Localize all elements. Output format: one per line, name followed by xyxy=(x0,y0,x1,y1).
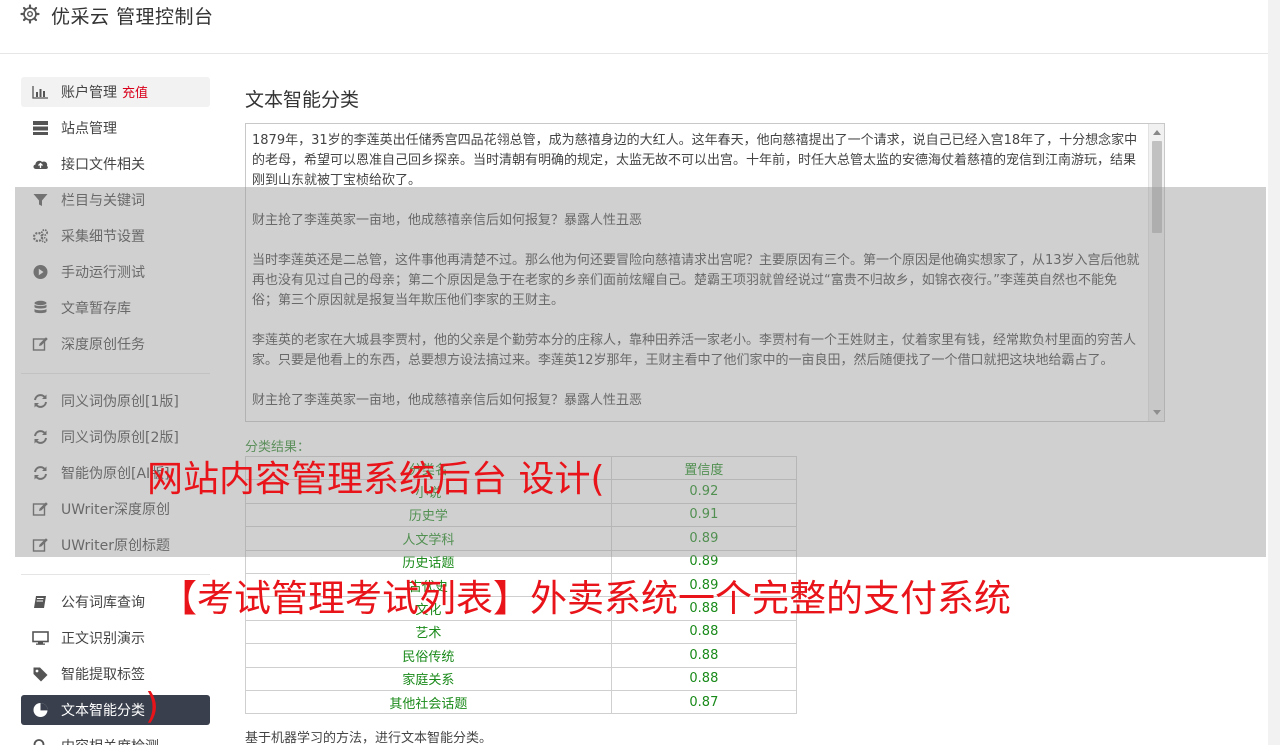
text-paragraph: 1879年，31岁的李莲英出任储秀宫四品花翎总管，成为慈禧身边的大红人。这年春天… xyxy=(252,133,1138,188)
text-paragraph: 财主抢了李莲英家一亩地，他成慈禧亲信后如何报复？暴露人性丑恶 xyxy=(252,393,643,408)
refresh-icon xyxy=(34,466,47,480)
confidence-cell: 0.87 xyxy=(610,689,798,715)
confidence-cell: 0.92 xyxy=(610,479,798,504)
sidebar-item-sites[interactable]: 站点管理 xyxy=(21,113,210,143)
sidebar-item-relevance[interactable]: 内容相关度检测 xyxy=(21,731,210,745)
sidebar-item-label: 同义词伪原创[2版] xyxy=(61,430,179,446)
table-row: 家庭关系 0.88 xyxy=(245,666,798,691)
category-cell: 其他社会话题 xyxy=(245,689,612,715)
sidebar-item-synonym-v2[interactable]: 同义词伪原创[2版] xyxy=(21,422,210,452)
sidebar-item-label: 正文识别演示 xyxy=(61,631,145,647)
cogs-icon xyxy=(32,229,48,244)
refresh-icon xyxy=(34,394,47,408)
book-icon xyxy=(34,596,46,608)
column-header: 置信度 xyxy=(610,455,798,481)
sidebar-item-synonym-v1[interactable]: 同义词伪原创[1版] xyxy=(21,386,210,416)
table-row: 人文学科 0.89 xyxy=(245,526,798,551)
scroll-down-arrow-icon[interactable] xyxy=(1153,410,1161,415)
sidebar-item-body-recognition[interactable]: 正文识别演示 xyxy=(21,623,210,653)
sidebar-item-label: 文章暂存库 xyxy=(61,301,131,317)
server-icon xyxy=(33,121,48,135)
sidebar-item-label: 站点管理 xyxy=(61,121,117,137)
sidebar-item-label: 公有词库查询 xyxy=(61,595,145,611)
monitor-icon xyxy=(32,631,49,645)
textarea-scrollbar[interactable] xyxy=(1148,124,1164,421)
sidebar-divider xyxy=(21,373,210,374)
sidebar-item-collect-settings[interactable]: 采集细节设置 xyxy=(21,221,210,251)
sidebar-item-text-classify[interactable]: 文本智能分类 xyxy=(21,695,210,725)
top-header: 优采云 管理控制台 xyxy=(0,0,1268,54)
page-title: 文本智能分类 xyxy=(245,89,360,111)
search-icon xyxy=(33,739,45,745)
scrollbar-thumb[interactable] xyxy=(1152,141,1162,233)
category-cell: 人文学科 xyxy=(245,526,612,551)
sidebar-item-label: UWriter深度原创 xyxy=(61,502,170,518)
confidence-cell: 0.88 xyxy=(610,666,798,691)
table-row: 历史学 0.91 xyxy=(245,502,798,528)
table-row: 其他社会话题 0.87 xyxy=(245,689,798,715)
overlay-caption-line2: 【考试管理考试列表】外卖系统一个完整的支付系统 xyxy=(160,577,1011,620)
sidebar-item-account[interactable]: 账户管理 充值 xyxy=(21,77,210,107)
refresh-icon xyxy=(34,430,47,444)
sidebar-item-label: UWriter原创标题 xyxy=(61,538,170,554)
table-row: 民俗传统 0.88 xyxy=(245,643,798,668)
edit-icon xyxy=(32,502,48,516)
sidebar-item-label: 文本智能分类 xyxy=(61,703,145,719)
sidebar-item-manual-run[interactable]: 手动运行测试 xyxy=(21,257,210,287)
gear-icon xyxy=(20,4,40,24)
sidebar-item-uwriter-title[interactable]: UWriter原创标题 xyxy=(21,530,210,560)
bar-chart-icon xyxy=(32,86,48,99)
text-input-area[interactable]: 1879年，31岁的李莲英出任储秀宫四品花翎总管，成为慈禧身边的大红人。这年春天… xyxy=(245,123,1165,422)
sidebar-item-label: 智能提取标签 xyxy=(61,667,145,683)
table-row: 艺术 0.88 xyxy=(245,619,798,645)
sidebar-item-deep-original[interactable]: 深度原创任务 xyxy=(21,329,210,359)
sidebar-item-article-store[interactable]: 文章暂存库 xyxy=(21,293,210,323)
sidebar-item-label: 深度原创任务 xyxy=(61,337,145,353)
sidebar-item-interface[interactable]: 接口文件相关 xyxy=(21,149,210,179)
text-paragraph: 当时李莲英还是二总管，这件事他再清楚不过。那么他为何还要冒险向慈禧请求出宫呢？主… xyxy=(252,253,1140,308)
confidence-cell: 0.88 xyxy=(610,643,798,668)
category-cell: 民俗传统 xyxy=(245,643,612,668)
confidence-cell: 0.88 xyxy=(610,619,798,645)
scroll-up-arrow-icon[interactable] xyxy=(1153,130,1161,135)
confidence-cell: 0.91 xyxy=(610,502,798,528)
recharge-link[interactable]: 充值 xyxy=(122,86,148,101)
sidebar-item-label: 内容相关度检测 xyxy=(61,736,159,745)
tag-icon xyxy=(33,667,48,682)
text-paragraph: 李莲英的老家在大城县李贾村，他的父亲是个勤劳本分的庄稼人，靠种田养活一家老小。李… xyxy=(252,333,1137,368)
category-cell: 历史学 xyxy=(245,502,612,528)
category-cell: 艺术 xyxy=(245,619,612,645)
database-icon xyxy=(34,300,47,314)
filter-icon xyxy=(33,194,48,206)
sidebar-item-label: 同义词伪原创[1版] xyxy=(61,394,179,410)
pie-chart-icon xyxy=(33,703,48,717)
right-gutter xyxy=(1268,0,1280,745)
category-cell: 家庭关系 xyxy=(245,666,612,691)
cloud-upload-icon xyxy=(33,160,48,169)
sidebar-item-label: 栏目与关键词 xyxy=(61,193,145,209)
sidebar-item-columns[interactable]: 栏目与关键词 xyxy=(21,185,210,215)
overlay-caption-line3: ) xyxy=(145,686,160,727)
sidebar-item-label: 采集细节设置 xyxy=(61,229,145,245)
play-circle-icon xyxy=(33,265,48,279)
text-content: 1879年，31岁的李莲英出任储秀宫四品花翎总管，成为慈禧身边的大红人。这年春天… xyxy=(252,131,1140,421)
sidebar-item-label: 接口文件相关 xyxy=(61,157,145,173)
method-note: 基于机器学习的方法，进行文本智能分类。 xyxy=(245,731,493,745)
sidebar-item-label: 账户管理 xyxy=(61,85,117,101)
app-title: 优采云 管理控制台 xyxy=(51,6,214,28)
sidebar-item-smart-tags[interactable]: 智能提取标签 xyxy=(21,659,210,689)
text-paragraph: 财主抢了李莲英家一亩地，他成慈禧亲信后如何报复？暴露人性丑恶 xyxy=(252,213,643,228)
edit-icon xyxy=(32,538,48,552)
edit-icon xyxy=(32,337,48,351)
overlay-caption-line1: 网站内容管理系统后台 设计( xyxy=(147,459,605,500)
confidence-cell: 0.89 xyxy=(610,526,798,551)
sidebar-item-label: 手动运行测试 xyxy=(61,265,145,281)
